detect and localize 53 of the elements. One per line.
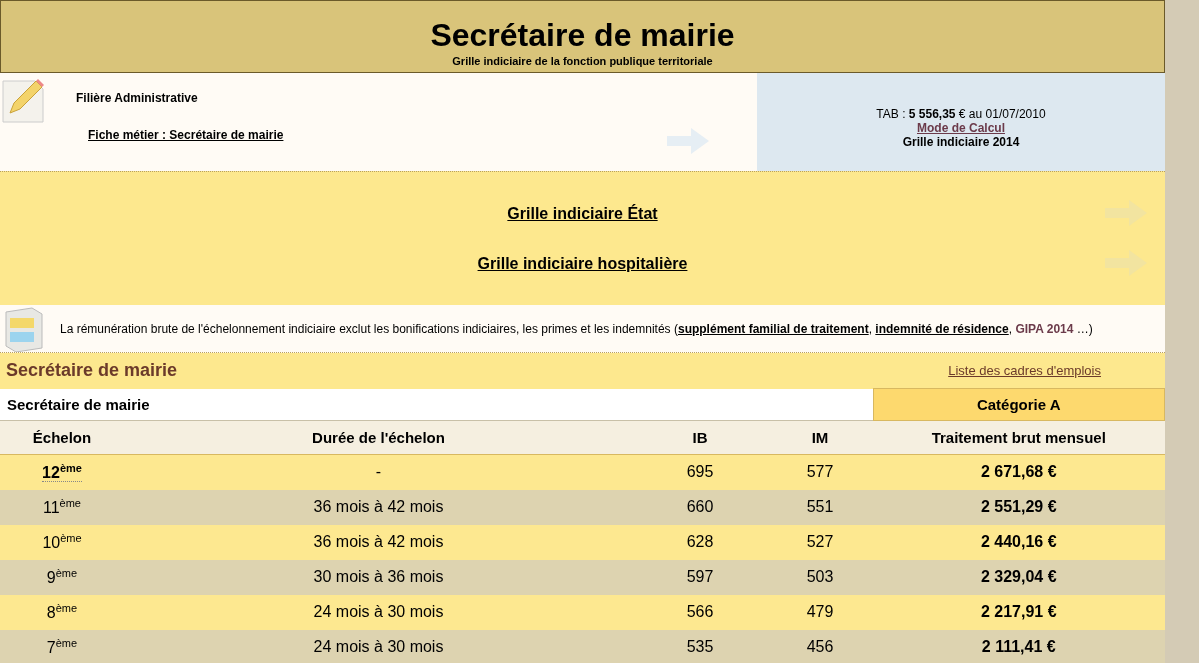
- mode-calcul-link[interactable]: Mode de Calcul: [917, 121, 1005, 135]
- cadres-link[interactable]: Liste des cadres d'emplois: [948, 363, 1101, 378]
- table-cell: 527: [767, 524, 874, 560]
- table-cell: 566: [633, 594, 767, 630]
- echelon-cell: 8$^{ème}$: [46, 604, 78, 622]
- salary-cell: 2 671,68 €: [873, 454, 1165, 490]
- table-cell: 628: [633, 524, 767, 560]
- table-cell: 597: [633, 559, 767, 595]
- grille-year: Grille indiciaire 2014: [902, 135, 1020, 149]
- echelon-cell: 11$^{ème}$: [43, 499, 81, 517]
- column-header: Échelon: [0, 420, 124, 454]
- arrow-icon[interactable]: [667, 128, 709, 154]
- filing-cabinet-icon: [2, 305, 44, 352]
- notice-link[interactable]: indemnité de résidence: [875, 321, 1009, 336]
- table-cell: 30 mois à 36 mois: [124, 559, 633, 595]
- echelon-cell: 10$^{ème}$: [42, 534, 82, 552]
- column-header: Traitement brut mensuel: [873, 420, 1165, 454]
- echelon-cell: 12$^{ème}$: [42, 464, 82, 483]
- grid-link[interactable]: Grille indiciaire hospitalière: [477, 254, 688, 273]
- table-cell: 660: [633, 489, 767, 525]
- echelon-cell: 9$^{ème}$: [46, 569, 78, 587]
- tab-value: TAB : 5 556,35 € au 01/07/2010: [876, 107, 1046, 121]
- echelon-cell: 7$^{ème}$: [46, 639, 78, 657]
- section-title: Secrétaire de mairie: [6, 360, 178, 381]
- salary-cell: 2 551,29 €: [873, 489, 1165, 525]
- salary-cell: 2 329,04 €: [873, 559, 1165, 595]
- salary-cell: 2 217,91 €: [873, 594, 1165, 630]
- table-cell: 24 mois à 30 mois: [124, 594, 633, 630]
- column-header: Durée de l'échelon: [124, 420, 633, 454]
- table-cell: 535: [633, 629, 767, 663]
- table-cell: 503: [767, 559, 874, 595]
- table-name: Secrétaire de mairie: [0, 388, 874, 420]
- salary-cell: 2 440,16 €: [873, 524, 1165, 560]
- table-cell: 695: [633, 454, 767, 490]
- table-cell: 36 mois à 42 mois: [124, 489, 633, 525]
- column-header: IM: [767, 420, 874, 454]
- table-cell: 456: [767, 629, 874, 663]
- filiere-label: Filière Administrative: [76, 91, 199, 105]
- notice-text: La rémunération brute de l'échelonnement indiciaire exclut les bonifications indiciaires, les primes et les indemnités (supplément familial de traitement, indemnité de résidence, GIPA 2014 …): [60, 321, 1093, 336]
- page-subtitle: Grille indiciaire de la fonction publique territoriale: [452, 54, 713, 67]
- page-title: Secrétaire de mairie: [430, 16, 735, 53]
- table-cell: 24 mois à 30 mois: [124, 629, 633, 663]
- salary-cell: 2 111,41 €: [873, 629, 1165, 663]
- fiche-metier-link[interactable]: Fiche métier : Secrétaire de mairie: [88, 128, 284, 142]
- category-cell: Catégorie A: [873, 388, 1165, 420]
- table-cell: 36 mois à 42 mois: [124, 524, 633, 560]
- table-cell: -: [124, 454, 633, 490]
- table-cell: 577: [767, 454, 874, 490]
- table-cell: 551: [767, 489, 874, 525]
- table-cell: 479: [767, 594, 874, 630]
- notice-link[interactable]: supplément familial de traitement: [677, 321, 869, 336]
- grid-link[interactable]: Grille indiciaire État: [507, 204, 658, 223]
- column-header: IB: [633, 420, 767, 454]
